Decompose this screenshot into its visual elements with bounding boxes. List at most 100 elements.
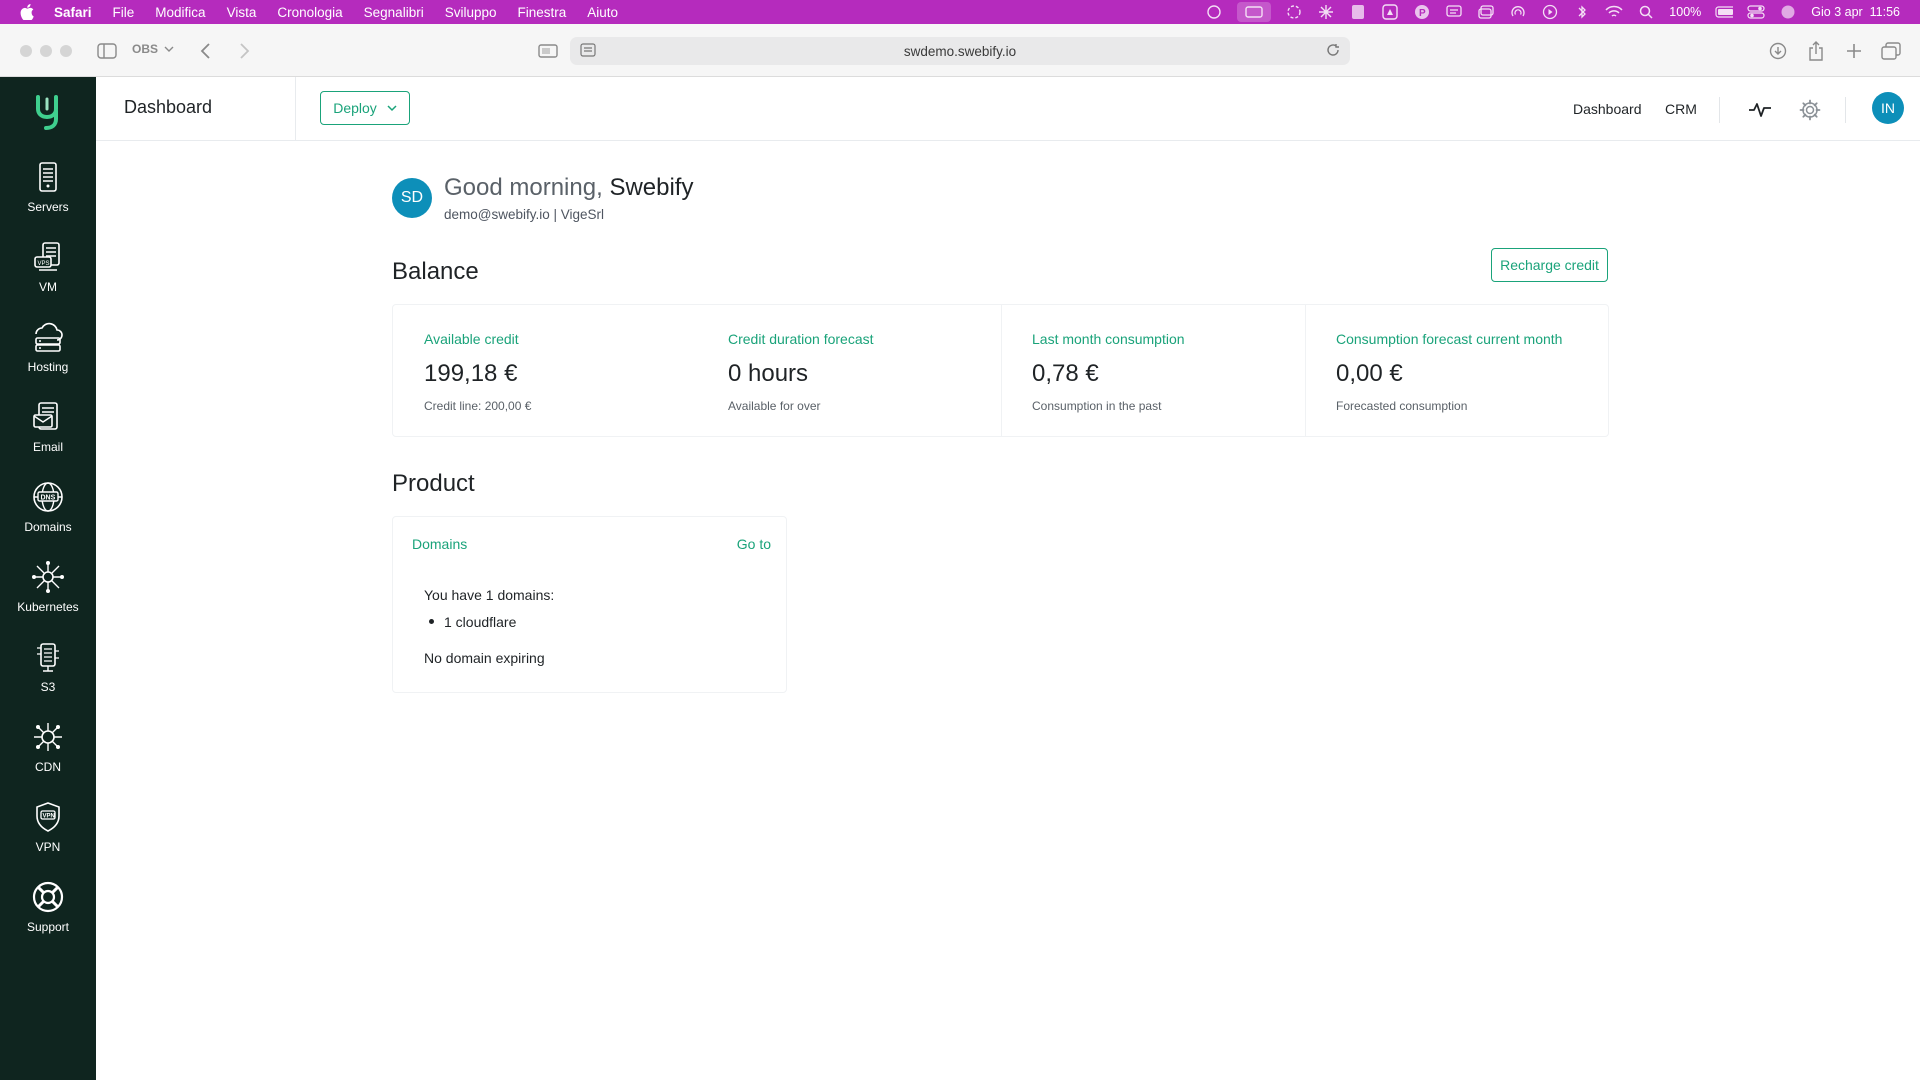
greeting-heading: Good morning, Swebify: [444, 174, 693, 202]
sidebar-item-vpn[interactable]: VPN VPN: [0, 800, 96, 870]
profile-selector[interactable]: OBS: [132, 42, 174, 56]
tabs-overview-icon[interactable]: [1881, 40, 1901, 62]
recharge-credit-button[interactable]: Recharge credit: [1491, 248, 1608, 282]
sidebar-item-label: Kubernetes: [17, 600, 79, 614]
swebify-logo[interactable]: [30, 91, 66, 131]
openai-icon[interactable]: [1285, 5, 1303, 19]
battery-percent: 100%: [1669, 5, 1702, 19]
p-app-icon[interactable]: P: [1413, 5, 1431, 19]
forward-icon[interactable]: [238, 40, 250, 62]
sidebar-item-cdn[interactable]: CDN: [0, 720, 96, 790]
menu-cronologia[interactable]: Cronologia: [277, 5, 342, 20]
sidebar-item-support[interactable]: Support: [0, 880, 96, 950]
minimize-window-button[interactable]: [40, 45, 52, 57]
back-icon[interactable]: [200, 40, 212, 62]
product-card-title[interactable]: Domains: [412, 536, 467, 552]
new-tab-icon[interactable]: [1846, 40, 1862, 62]
chevron-down-icon: [387, 104, 397, 111]
balance-stat-credit-duration: Credit duration forecast 0 hours Availab…: [697, 305, 1001, 436]
sidebar-item-domains[interactable]: DNS Domains: [0, 480, 96, 550]
menu-file[interactable]: File: [113, 5, 135, 20]
window-icon[interactable]: [1477, 5, 1495, 19]
menu-segnalibri[interactable]: Segnalibri: [364, 5, 424, 20]
apple-icon[interactable]: [20, 4, 36, 20]
balance-stat-last-month: Last month consumption 0,78 € Consumptio…: [1001, 305, 1305, 436]
sidebar-item-label: Servers: [27, 200, 69, 214]
airdrop-icon[interactable]: [1509, 5, 1527, 19]
status-app-icon[interactable]: [1205, 5, 1223, 19]
sidebar-item-kubernetes[interactable]: Kubernetes: [0, 560, 96, 630]
svg-text:DNS: DNS: [41, 495, 56, 502]
siri-icon[interactable]: [1779, 5, 1797, 19]
share-icon[interactable]: [1808, 40, 1824, 62]
balance-stat-available-credit: Available credit 199,18 € Credit line: 2…: [393, 305, 697, 436]
menubar-clock[interactable]: Gio 3 apr 11:56: [1811, 5, 1900, 19]
deploy-dropdown-button[interactable]: Deploy: [320, 91, 410, 125]
stat-label: Last month consumption: [1032, 331, 1185, 347]
spotlight-search-icon[interactable]: [1637, 5, 1655, 19]
sidebar-item-label: Email: [32, 440, 63, 454]
zoom-window-button[interactable]: [60, 45, 72, 57]
drive-icon[interactable]: [1381, 4, 1399, 20]
stat-note: Consumption in the past: [1032, 399, 1162, 413]
domains-product-card: Domains Go to You have 1 domains: 1 clou…: [392, 516, 787, 693]
chevron-down-icon: [164, 46, 174, 52]
sidebar-toggle-icon[interactable]: [97, 40, 117, 62]
screen-record-icon[interactable]: [1237, 2, 1272, 22]
wifi-icon[interactable]: [1605, 5, 1623, 19]
tab-overview-icon[interactable]: [538, 40, 558, 62]
bluetooth-icon[interactable]: [1573, 5, 1591, 19]
play-icon[interactable]: [1541, 4, 1559, 20]
sidebar-item-vm[interactable]: VPS VM: [0, 240, 96, 310]
deploy-label: Deploy: [333, 100, 377, 116]
menu-finestra[interactable]: Finestra: [518, 5, 567, 20]
svg-text:P: P: [1419, 8, 1426, 19]
menu-sviluppo[interactable]: Sviluppo: [445, 5, 497, 20]
sidebar-item-label: CDN: [35, 760, 61, 774]
address-bar[interactable]: swdemo.swebify.io: [570, 37, 1350, 65]
sidebar-item-label: Hosting: [27, 360, 69, 374]
message-icon[interactable]: [1445, 5, 1463, 19]
domains-summary: You have 1 domains:: [424, 587, 555, 603]
reader-icon[interactable]: [580, 43, 596, 60]
claude-icon[interactable]: [1317, 5, 1335, 19]
settings-gear-icon[interactable]: [1797, 97, 1823, 123]
menu-aiuto[interactable]: Aiuto: [587, 5, 618, 20]
balance-section-title: Balance: [392, 258, 479, 285]
go-to-link[interactable]: Go to: [737, 536, 771, 552]
menu-app-name[interactable]: Safari: [54, 5, 92, 20]
window-controls: [20, 45, 72, 57]
stat-note: Credit line: 200,00 €: [424, 399, 532, 413]
dns-globe-icon: DNS: [33, 482, 63, 512]
vm-icon: VPS: [34, 242, 60, 271]
sidebar-item-email[interactable]: Email: [0, 400, 96, 470]
header-separator: [1845, 97, 1846, 123]
stat-note: Forecasted consumption: [1336, 399, 1468, 413]
balance-stat-forecast-month: Consumption forecast current month 0,00 …: [1305, 305, 1609, 436]
downloads-icon[interactable]: [1769, 40, 1787, 62]
app-sidebar: Servers VPS VM Hosting Email DNS Domains…: [0, 77, 96, 1080]
stat-value: 0 hours: [728, 360, 809, 387]
activity-pulse-icon[interactable]: [1747, 97, 1773, 123]
battery-icon[interactable]: [1715, 5, 1734, 19]
sidebar-item-label: VM: [39, 280, 57, 294]
menu-bar: Safari File Modifica Vista Cronologia Se…: [0, 0, 1920, 24]
reload-icon[interactable]: [1326, 43, 1340, 60]
sidebar-item-hosting[interactable]: Hosting: [0, 320, 96, 390]
domain-provider-item: 1 cloudflare: [444, 614, 517, 630]
nav-link-crm[interactable]: CRM: [1665, 101, 1697, 117]
sidebar-item-label: Support: [26, 920, 70, 934]
close-window-button[interactable]: [20, 45, 32, 57]
menu-vista[interactable]: Vista: [227, 5, 257, 20]
product-section-title: Product: [392, 470, 475, 497]
user-avatar[interactable]: IN: [1872, 92, 1904, 124]
server-icon: [39, 162, 57, 192]
menu-modifica[interactable]: Modifica: [155, 5, 205, 20]
control-center-icon[interactable]: [1747, 5, 1765, 19]
list-bullet: [429, 619, 434, 624]
notes-app-icon[interactable]: [1349, 5, 1367, 19]
nav-link-dashboard[interactable]: Dashboard: [1573, 101, 1642, 117]
stat-label: Available credit: [424, 331, 519, 347]
sidebar-item-servers[interactable]: Servers: [0, 160, 96, 230]
sidebar-item-s3[interactable]: S3: [0, 640, 96, 710]
